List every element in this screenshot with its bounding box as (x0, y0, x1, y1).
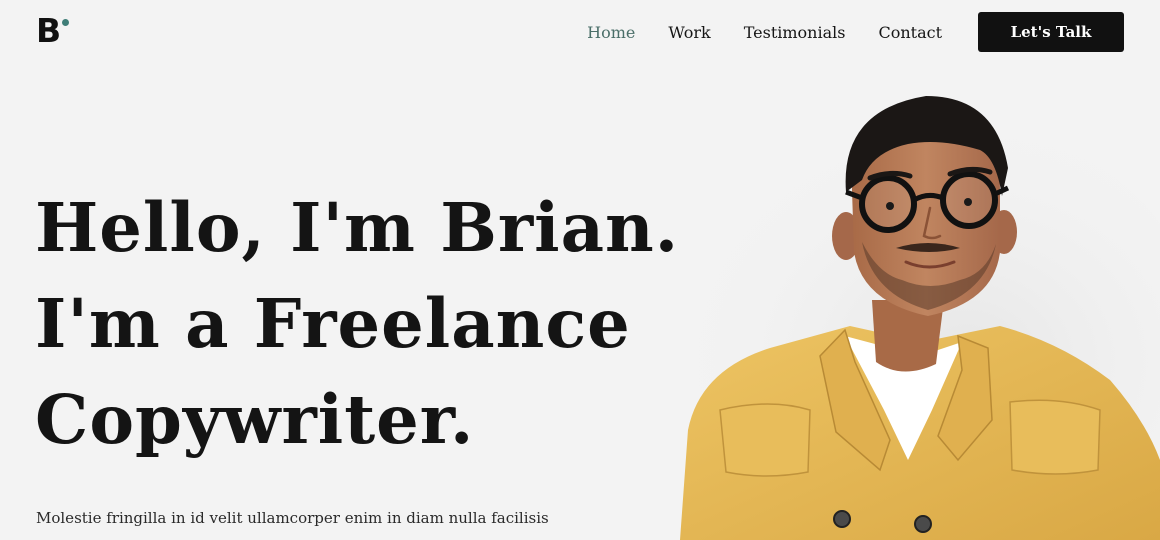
eye-left (886, 202, 894, 210)
headline-line-2: I'm a Freelance (35, 284, 631, 363)
nav-link-home[interactable]: Home (587, 23, 635, 42)
hero-subtext: Molestie fringilla in id velit ullamcorp… (36, 509, 549, 527)
logo-dot-icon (62, 19, 70, 26)
jacket-button-left (833, 510, 851, 528)
logo-letter: B (36, 11, 61, 50)
nav-link-contact[interactable]: Contact (878, 23, 942, 42)
hero-portrait (680, 96, 1160, 540)
headline-line-3: Copywriter. (35, 380, 475, 459)
site-logo[interactable]: B (36, 11, 70, 50)
headline-line-1: Hello, I'm Brian. (35, 188, 680, 267)
jacket-pocket-left (719, 403, 811, 477)
nav-link-testimonials[interactable]: Testimonials (744, 23, 846, 42)
main-nav: Home Work Testimonials Contact Let's Tal… (587, 12, 1124, 52)
eye-right (964, 198, 972, 206)
lets-talk-button[interactable]: Let's Talk (978, 12, 1124, 52)
hero-headline: Hello, I'm Brian. I'm a Freelance Copywr… (35, 180, 679, 468)
jacket-pocket-right (1009, 399, 1101, 475)
jacket-button-right (914, 515, 932, 533)
nav-link-work[interactable]: Work (668, 23, 710, 42)
